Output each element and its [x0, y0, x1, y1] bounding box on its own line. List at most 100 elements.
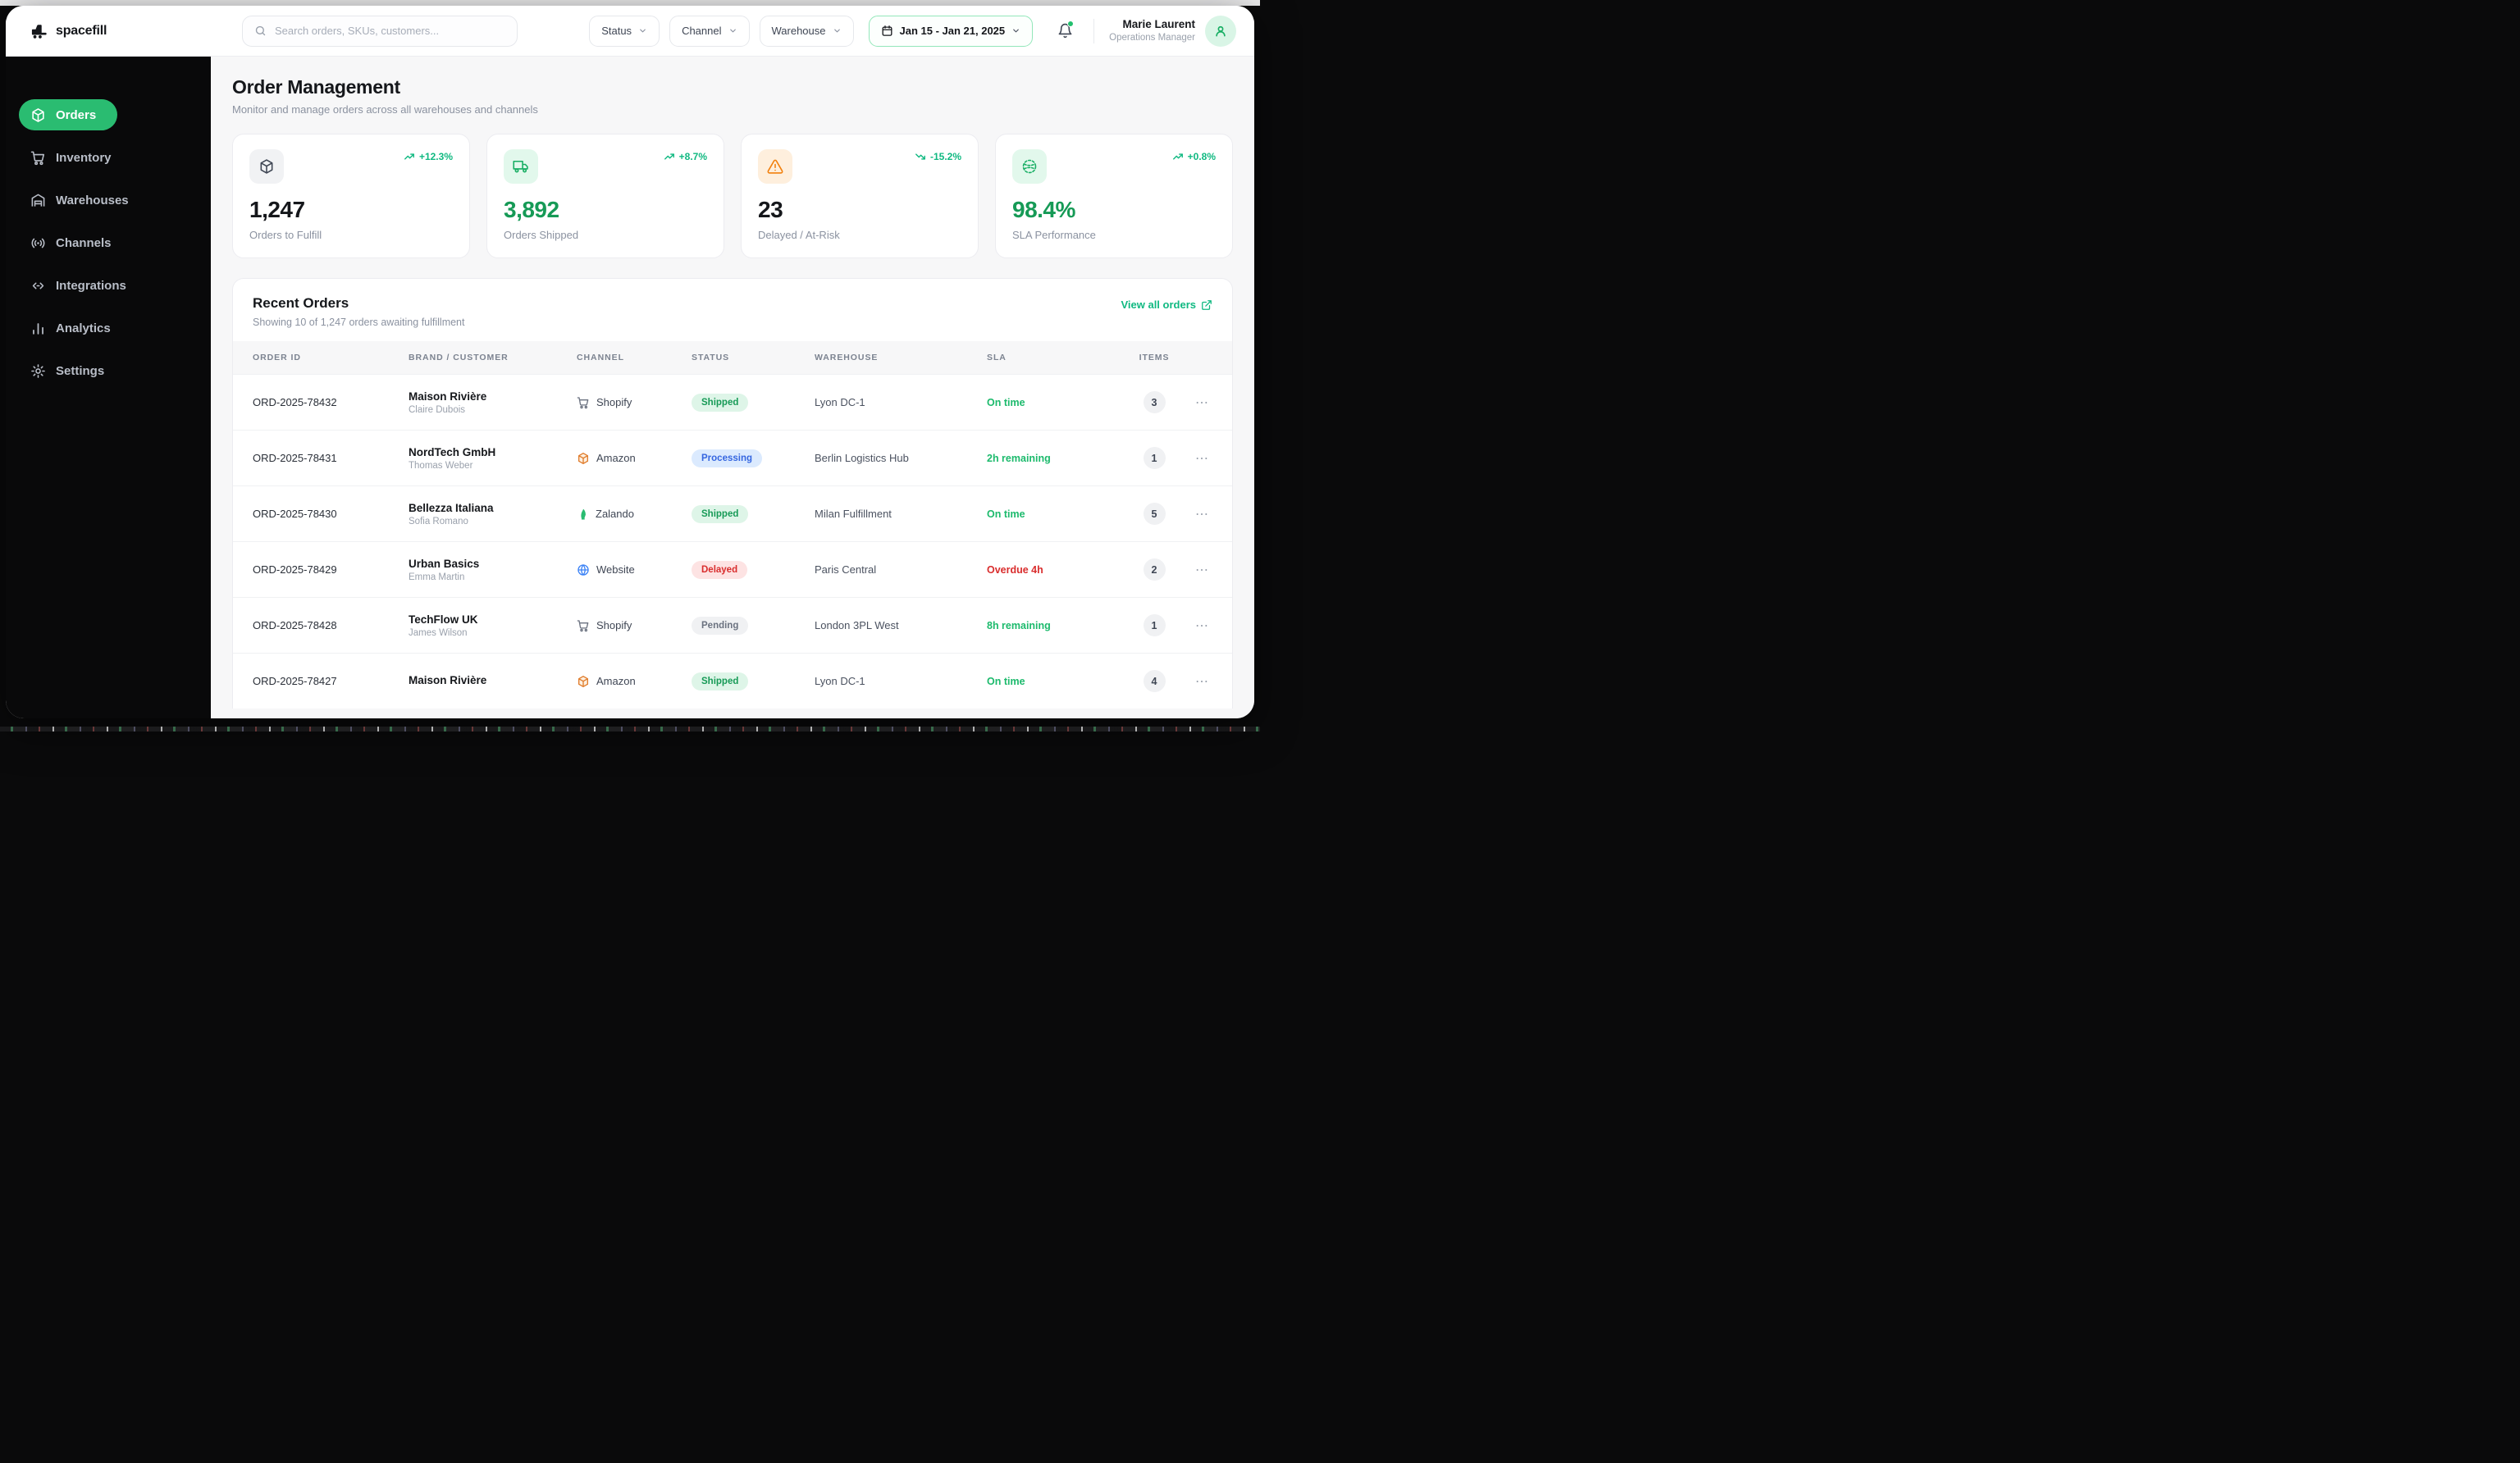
sidebar-item-channels[interactable]: Channels [19, 227, 198, 258]
chevron-down-icon [729, 29, 736, 33]
status-filter-dropdown[interactable]: Status [589, 15, 660, 47]
stat-label: SLA Performance [1012, 229, 1096, 241]
trending-up-icon [664, 153, 674, 160]
divider [1093, 18, 1095, 43]
table-row[interactable]: ORD-2025-78431 NordTech GmbH Thomas Weber… [233, 430, 1232, 485]
stat-card-orders-shipped: +8.7% 3,892 Orders Shipped [486, 134, 724, 258]
stat-card-delayed-at-risk: -15.2% 23 Delayed / At-Risk [741, 134, 979, 258]
row-actions-button[interactable]: ⋯ [1190, 506, 1212, 522]
sidebar-item-orders[interactable]: Orders [19, 99, 118, 130]
customer-name: Thomas Weber [409, 461, 473, 472]
row-actions-button[interactable]: ⋯ [1190, 394, 1212, 411]
zalando-icon [581, 508, 586, 520]
column-header-status: Status [692, 353, 730, 362]
stat-value: 1,247 [249, 197, 305, 222]
sidebar-item-label: Integrations [56, 278, 126, 293]
row-actions-button[interactable]: ⋯ [1190, 673, 1212, 690]
user-menu[interactable]: Marie Laurent Operations Manager [1109, 18, 1195, 43]
brand-name: TechFlow UK [409, 613, 478, 626]
search-icon [255, 25, 266, 36]
stat-value: 23 [758, 197, 783, 222]
order-id: ORD-2025-78429 [253, 563, 337, 576]
order-id: ORD-2025-78428 [253, 619, 337, 631]
view-all-orders-link[interactable]: View all orders [1121, 299, 1212, 311]
amazon-box-icon [578, 675, 588, 687]
sidebar-item-integrations[interactable]: Integrations [19, 270, 198, 301]
stat-cards: +12.3% 1,247 Orders to Fulfill +8.7% 3,8… [232, 134, 1233, 258]
channel-name: Website [596, 563, 635, 576]
trend-badge: +8.7% [664, 151, 707, 162]
truck-icon [504, 149, 538, 184]
sidebar-item-label: Channels [56, 235, 112, 250]
channel-filter-dropdown[interactable]: Channel [669, 15, 750, 47]
warehouse-filter-dropdown[interactable]: Warehouse [759, 15, 854, 47]
orders-section-title: Recent Orders [253, 295, 349, 311]
order-id: ORD-2025-78432 [253, 396, 337, 408]
shopping-cart-icon [30, 151, 45, 165]
sla-status: Overdue 4h [987, 563, 1043, 576]
sla-status: On time [987, 396, 1025, 408]
column-header-sla: SLA [987, 353, 1007, 362]
status-badge: Pending [692, 616, 749, 635]
alert-triangle-icon [758, 149, 792, 184]
brand-name: Bellezza Italiana [409, 501, 494, 514]
orders-section-subtitle: Showing 10 of 1,247 orders awaiting fulf… [253, 317, 465, 328]
date-range-picker[interactable]: Jan 15 - Jan 21, 2025 [868, 15, 1034, 47]
table-header-row: Order ID Brand / Customer Channel Status… [233, 341, 1232, 374]
sidebar-item-label: Warehouses [56, 193, 129, 207]
sidebar-item-inventory[interactable]: Inventory [19, 142, 198, 173]
brand-name: NordTech GmbH [409, 445, 496, 458]
brand-name: Maison Rivière [409, 673, 487, 686]
table-row[interactable]: ORD-2025-78430 Bellezza Italiana Sofia Ro… [233, 485, 1232, 541]
order-id: ORD-2025-78427 [253, 675, 337, 687]
status-badge: Delayed [692, 560, 748, 579]
channel-name: Amazon [596, 452, 636, 464]
table-row[interactable]: ORD-2025-78428 TechFlow UK James Wilson S… [233, 597, 1232, 653]
channel-name: Amazon [596, 675, 636, 687]
sidebar-item-settings[interactable]: Settings [19, 355, 198, 386]
avatar[interactable] [1205, 15, 1236, 47]
customer-name: Claire Dubois [409, 405, 466, 416]
sphere-icon [1012, 149, 1047, 184]
warehouse-icon [31, 194, 45, 207]
items-count-badge: 1 [1143, 614, 1166, 636]
chevron-down-icon [640, 29, 646, 33]
sidebar-item-warehouses[interactable]: Warehouses [19, 185, 198, 216]
page-subtitle: Monitor and manage orders across all war… [232, 103, 538, 116]
row-actions-button[interactable]: ⋯ [1190, 562, 1212, 578]
globe-icon [578, 563, 589, 576]
table-row[interactable]: ORD-2025-78427 Maison Rivière Amazon Shi… [233, 653, 1232, 709]
brand-name: Maison Rivière [409, 390, 487, 403]
sidebar-item-analytics[interactable]: Analytics [19, 312, 198, 344]
warehouse-name: Paris Central [815, 563, 877, 576]
search-input[interactable] [275, 25, 505, 37]
shopify-cart-icon [577, 619, 589, 631]
row-actions-button[interactable]: ⋯ [1190, 450, 1212, 467]
status-badge: Shipped [692, 672, 749, 690]
table-row[interactable]: ORD-2025-78432 Maison Rivière Claire Dubo… [233, 374, 1232, 430]
stat-label: Orders Shipped [504, 229, 579, 241]
order-id: ORD-2025-78430 [253, 508, 337, 520]
brand-name: spacefill [56, 23, 107, 38]
app-window: spacefill Status Channel Warehouse Jan 1… [6, 6, 1254, 718]
gear-icon [31, 363, 45, 378]
table-row[interactable]: ORD-2025-78429 Urban Basics Emma Martin W… [233, 541, 1232, 597]
external-link-icon [1202, 299, 1212, 310]
page-title: Order Management [232, 76, 400, 98]
row-actions-button[interactable]: ⋯ [1190, 618, 1212, 634]
date-range-label: Jan 15 - Jan 21, 2025 [899, 25, 1006, 37]
stat-value: 98.4% [1012, 197, 1075, 222]
stat-card-orders-to-fulfill: +12.3% 1,247 Orders to Fulfill [232, 134, 470, 258]
forklift-logo-icon [30, 23, 48, 39]
search-box[interactable] [242, 15, 518, 47]
notification-badge [1067, 20, 1075, 27]
trend-badge: +0.8% [1172, 151, 1216, 162]
column-header-channel: Channel [577, 353, 624, 362]
warehouse-name: Milan Fulfillment [815, 508, 892, 520]
sidebar-item-label: Settings [56, 363, 105, 378]
channel-name: Shopify [596, 396, 632, 408]
status-filter-label: Status [601, 25, 632, 37]
user-name: Marie Laurent [1122, 17, 1195, 30]
notifications-button[interactable] [1051, 17, 1079, 45]
sidebar-item-label: Analytics [56, 321, 111, 335]
